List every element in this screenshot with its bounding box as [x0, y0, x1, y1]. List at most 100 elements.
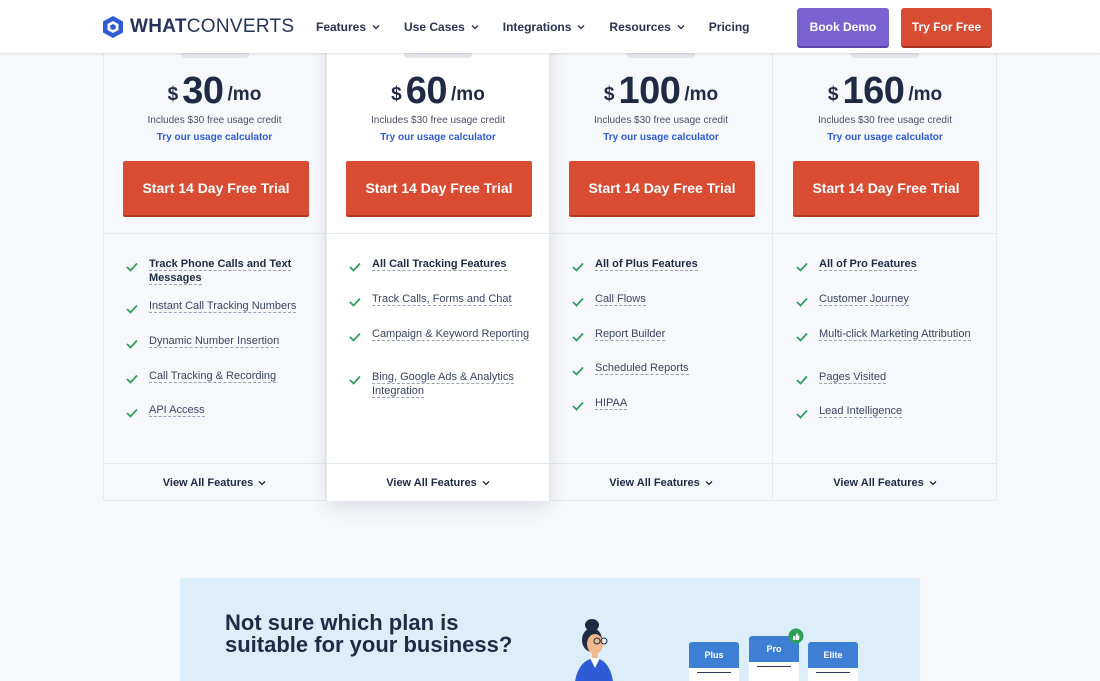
plan-card: $100/mo Includes $30 free usage credit Try… — [550, 0, 773, 501]
feature-item[interactable]: Lead Intelligence — [796, 405, 986, 419]
feature-label: Pages Visited — [819, 371, 887, 384]
thumbs-up-badge-icon — [788, 628, 804, 644]
feature-label: Lead Intelligence — [819, 405, 903, 418]
usage-credit-note: Includes $30 free usage credit — [818, 115, 952, 126]
check-icon — [796, 409, 808, 419]
feature-label: Track Phone Calls and Text Messages — [149, 258, 292, 285]
feature-item[interactable]: Bing, Google Ads & Analytics Integration — [349, 371, 539, 398]
feature-label: Call Tracking & Recording — [149, 370, 277, 383]
price-currency: $ — [603, 84, 615, 105]
price-currency: $ — [827, 84, 839, 105]
usage-calculator-link[interactable]: Try our usage calculator — [104, 132, 325, 143]
usage-calculator-link[interactable]: Try our usage calculator — [550, 132, 772, 143]
chevron-down-icon — [577, 24, 585, 29]
check-icon — [796, 297, 808, 307]
feature-item[interactable]: Scheduled Reports — [572, 362, 762, 376]
mini-card-plus: Plus — [689, 642, 739, 681]
feature-item[interactable]: Dynamic Number Insertion — [126, 335, 316, 349]
plan-price: $60/mo — [327, 70, 549, 113]
feature-item[interactable]: Campaign & Keyword Reporting — [349, 328, 539, 342]
chevron-down-icon — [929, 481, 937, 486]
feature-item[interactable]: API Access — [126, 404, 316, 418]
chevron-down-icon — [482, 481, 490, 486]
nav-resources[interactable]: Resources — [609, 20, 685, 34]
feature-item[interactable]: Customer Journey — [796, 293, 986, 307]
check-icon — [349, 297, 361, 307]
usage-calculator-link[interactable]: Try our usage calculator — [327, 132, 549, 143]
feature-label: Campaign & Keyword Reporting — [372, 328, 530, 341]
view-all-features-button[interactable]: View All Features — [550, 477, 772, 489]
price-currency: $ — [167, 84, 179, 105]
feature-item[interactable]: Call Flows — [572, 293, 762, 307]
feature-item[interactable]: Pages Visited — [796, 371, 986, 385]
chevron-down-icon — [471, 24, 479, 29]
plan-divider — [327, 233, 549, 234]
check-icon — [572, 332, 584, 342]
price-period: /mo — [908, 84, 943, 105]
feature-item[interactable]: All of Plus Features — [572, 258, 762, 272]
plan-price: $160/mo — [774, 70, 996, 113]
plan-card: $60/mo Includes $30 free usage credit Try … — [327, 0, 550, 501]
usage-calculator-link[interactable]: Try our usage calculator — [774, 132, 996, 143]
logo-wordmark: WHATCONVERTS — [130, 15, 295, 37]
try-for-free-button[interactable]: Try For Free — [901, 8, 992, 46]
check-icon — [126, 262, 138, 272]
feature-label: Instant Call Tracking Numbers — [149, 300, 297, 313]
check-icon — [572, 262, 584, 272]
plan-price: $100/mo — [550, 70, 772, 113]
banner-title: Not sure which plan is suitable for your… — [225, 610, 513, 657]
start-free-trial-button[interactable]: Start 14 Day Free Trial — [346, 161, 532, 215]
main-nav: Features Use Cases Integrations Resources Pr… — [316, 0, 773, 53]
feature-label: All Call Tracking Features — [372, 258, 507, 271]
feature-label: Bing, Google Ads & Analytics Integration — [372, 371, 514, 398]
feature-item[interactable]: Report Builder — [572, 328, 762, 342]
whatconverts-logo[interactable]: WHATCONVERTS — [102, 14, 294, 39]
plan-divider — [550, 233, 772, 234]
feature-item[interactable]: Call Tracking & Recording — [126, 370, 316, 384]
check-icon — [796, 262, 808, 272]
usage-credit-note: Includes $30 free usage credit — [371, 115, 505, 126]
feature-item[interactable]: Instant Call Tracking Numbers — [126, 300, 316, 314]
check-icon — [796, 332, 808, 342]
check-icon — [572, 297, 584, 307]
logo-hex-icon — [103, 15, 123, 38]
feature-item[interactable]: All of Pro Features — [796, 258, 986, 272]
feature-item[interactable]: All Call Tracking Features — [349, 258, 539, 272]
price-amount: 60 — [405, 70, 448, 112]
check-icon — [126, 304, 138, 314]
view-all-features-button[interactable]: View All Features — [104, 477, 325, 489]
chevron-down-icon — [677, 24, 685, 29]
usage-credit-note: Includes $30 free usage credit — [594, 115, 728, 126]
feature-label: Report Builder — [595, 328, 666, 341]
check-icon — [796, 375, 808, 385]
feature-label: API Access — [149, 404, 205, 417]
feature-label: Track Calls, Forms and Chat — [372, 293, 512, 306]
start-free-trial-button[interactable]: Start 14 Day Free Trial — [123, 161, 309, 215]
price-amount: 160 — [842, 70, 905, 112]
price-currency: $ — [391, 84, 402, 105]
feature-item[interactable]: Track Phone Calls and Text Messages — [126, 258, 316, 285]
nav-use-cases[interactable]: Use Cases — [404, 20, 479, 34]
plan-tab-stub — [627, 53, 695, 58]
feature-label: Scheduled Reports — [595, 362, 689, 375]
start-free-trial-button[interactable]: Start 14 Day Free Trial — [793, 161, 979, 215]
feature-label: Dynamic Number Insertion — [149, 335, 280, 348]
plan-help-banner: Not sure which plan is suitable for your… — [180, 578, 920, 681]
nav-features[interactable]: Features — [316, 20, 380, 34]
view-all-features-button[interactable]: View All Features — [327, 477, 549, 489]
nav-integrations[interactable]: Integrations — [503, 20, 586, 34]
price-period: /mo — [227, 84, 262, 105]
start-free-trial-button[interactable]: Start 14 Day Free Trial — [569, 161, 755, 215]
plan-tab-stub — [181, 53, 249, 58]
feature-item[interactable]: Multi-click Marketing Attribution — [796, 328, 986, 342]
feature-item[interactable]: Track Calls, Forms and Chat — [349, 293, 539, 307]
view-all-features-button[interactable]: View All Features — [774, 477, 996, 489]
feature-item[interactable]: HIPAA — [572, 397, 762, 411]
plan-divider — [774, 233, 996, 234]
pricing-plans: $30/mo Includes $30 free usage credit Try … — [103, 0, 997, 501]
nav-pricing[interactable]: Pricing — [709, 20, 750, 34]
plan-divider — [104, 233, 325, 234]
plan-card: $160/mo Includes $30 free usage credit Try… — [774, 0, 997, 501]
book-demo-button[interactable]: Book Demo — [797, 8, 889, 46]
chevron-down-icon — [372, 24, 380, 29]
